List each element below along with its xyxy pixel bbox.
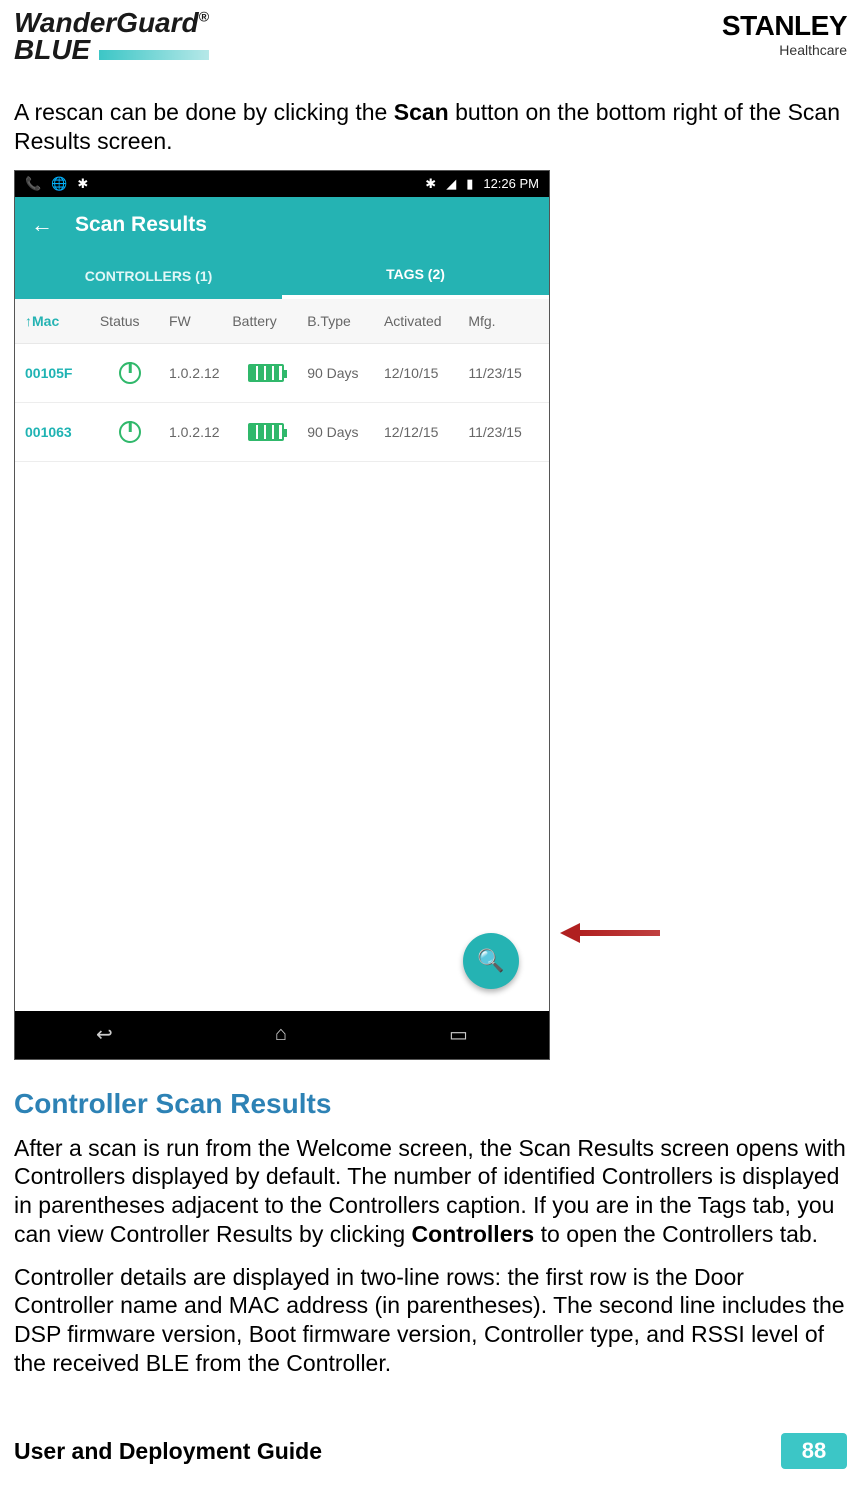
- cell-mac: 00105F: [25, 365, 92, 381]
- brand-right: STANLEY Healthcare: [722, 10, 847, 58]
- col-battery[interactable]: Battery: [232, 313, 299, 329]
- tab-bar: CONTROLLERS (1) TAGS (2): [15, 253, 549, 299]
- table-row[interactable]: 001063 1.0.2.12 90 Days 12/12/15 11/23/1…: [15, 403, 549, 462]
- brand-right-main: STANLEY: [722, 10, 847, 42]
- app-bar: ← Scan Results: [15, 197, 549, 253]
- battery-icon: ▮: [466, 176, 473, 192]
- cell-activated: 12/12/15: [384, 424, 460, 440]
- wifi-icon: ◢: [446, 176, 456, 192]
- intro-paragraph: A rescan can be done by clicking the Sca…: [14, 98, 847, 156]
- cell-status: [100, 362, 161, 384]
- col-fw[interactable]: FW: [169, 313, 224, 329]
- paragraph-1: After a scan is run from the Welcome scr…: [14, 1134, 847, 1249]
- cell-battery: [232, 423, 299, 441]
- tab-tags[interactable]: TAGS (2): [282, 253, 549, 299]
- cell-fw: 1.0.2.12: [169, 424, 224, 440]
- intro-pre: A rescan can be done by clicking the: [14, 99, 394, 125]
- cell-btype: 90 Days: [307, 365, 376, 381]
- sort-arrow-icon: ↑: [25, 313, 32, 329]
- cell-activated: 12/10/15: [384, 365, 460, 381]
- col-mac-label: Mac: [32, 313, 59, 329]
- android-nav-bar: ↩ ⌂ ▭: [15, 1011, 549, 1059]
- col-activated[interactable]: Activated: [384, 313, 460, 329]
- brand-left: WanderGuard® BLUE: [14, 10, 209, 64]
- page-header: WanderGuard® BLUE STANLEY Healthcare: [14, 10, 847, 70]
- arrow-line: [580, 930, 660, 936]
- cell-mac: 001063: [25, 424, 92, 440]
- nav-recents-icon[interactable]: ▭: [449, 1022, 468, 1047]
- scan-fab-button[interactable]: 🔍: [463, 933, 519, 989]
- paragraph-2: Controller details are displayed in two-…: [14, 1263, 847, 1378]
- brand-sub: BLUE: [14, 34, 90, 65]
- col-mfg[interactable]: Mfg.: [468, 313, 539, 329]
- power-icon: [119, 421, 141, 443]
- android-status-bar: 📞 🌐 ✱ ✱ ◢ ▮ 12:26 PM: [15, 171, 549, 197]
- table-header-row: ↑Mac Status FW Battery B.Type Activated …: [15, 299, 549, 344]
- footer-title: User and Deployment Guide: [14, 1438, 322, 1465]
- col-btype[interactable]: B.Type: [307, 313, 376, 329]
- back-arrow-icon[interactable]: ←: [31, 212, 53, 238]
- phone-screenshot: 📞 🌐 ✱ ✱ ◢ ▮ 12:26 PM ← Scan Results CONT…: [14, 170, 550, 1060]
- col-mac[interactable]: ↑Mac: [25, 313, 92, 329]
- battery-full-icon: [248, 364, 284, 382]
- nav-back-icon[interactable]: ↩: [96, 1022, 113, 1047]
- battery-full-icon: [248, 423, 284, 441]
- tab-controllers[interactable]: CONTROLLERS (1): [15, 253, 282, 299]
- phone-icon: 📞: [25, 176, 41, 192]
- bluetooth-icon: ✱: [77, 176, 88, 192]
- cell-btype: 90 Days: [307, 424, 376, 440]
- cell-status: [100, 421, 161, 443]
- status-left-icons: 📞 🌐 ✱: [25, 176, 88, 192]
- page-footer: User and Deployment Guide 88: [14, 1433, 847, 1469]
- table-row[interactable]: 00105F 1.0.2.12 90 Days 12/10/15 11/23/1…: [15, 344, 549, 403]
- cell-mfg: 11/23/15: [468, 365, 539, 381]
- intro-bold: Scan: [394, 99, 449, 125]
- globe-icon: 🌐: [51, 176, 67, 192]
- section-heading: Controller Scan Results: [14, 1088, 847, 1120]
- brand-accent-bar: [99, 50, 209, 60]
- power-icon: [119, 362, 141, 384]
- status-time: 12:26 PM: [483, 176, 539, 191]
- page-number-badge: 88: [781, 1433, 847, 1469]
- col-status[interactable]: Status: [100, 313, 161, 329]
- app-bar-title: Scan Results: [75, 213, 207, 237]
- cell-battery: [232, 364, 299, 382]
- bluetooth-icon: ✱: [425, 176, 436, 192]
- cell-fw: 1.0.2.12: [169, 365, 224, 381]
- para1-post: to open the Controllers tab.: [534, 1221, 818, 1247]
- status-right-icons: ✱ ◢ ▮ 12:26 PM: [425, 176, 539, 192]
- search-icon: 🔍: [477, 948, 504, 974]
- nav-home-icon[interactable]: ⌂: [275, 1023, 287, 1046]
- arrow-head-icon: [560, 923, 580, 943]
- brand-right-sub: Healthcare: [722, 42, 847, 58]
- cell-mfg: 11/23/15: [468, 424, 539, 440]
- para1-bold: Controllers: [412, 1221, 535, 1247]
- brand-reg: ®: [199, 9, 209, 25]
- callout-arrow: [560, 923, 660, 943]
